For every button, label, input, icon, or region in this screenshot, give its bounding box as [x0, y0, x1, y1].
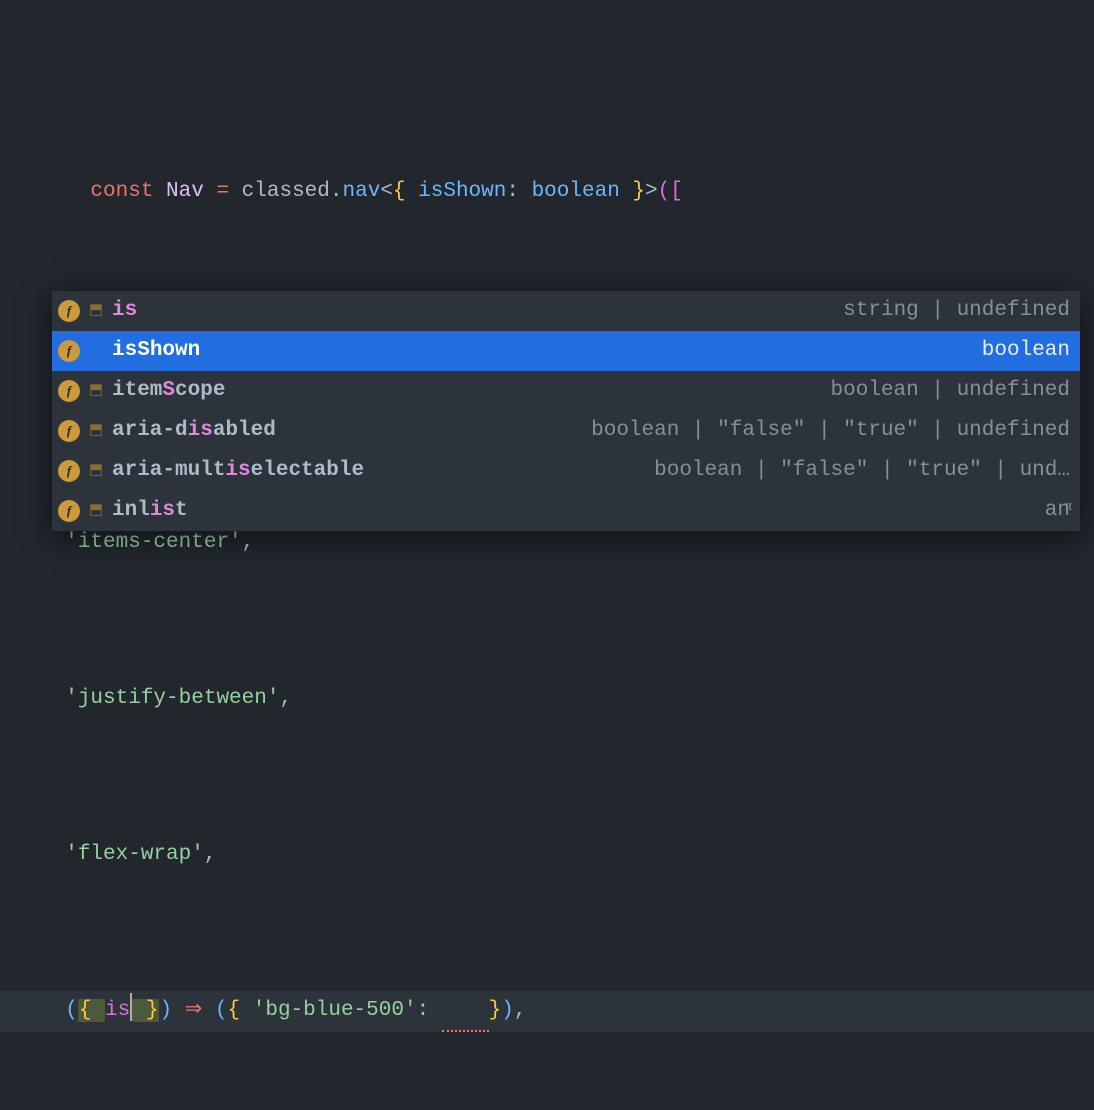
string-literal: 'justify-between': [65, 687, 279, 710]
arrow: ⇒: [185, 999, 215, 1022]
brace: {: [393, 180, 418, 203]
autocomplete-type: boolean: [982, 331, 1070, 371]
string-literal: 'bg-blue-500': [253, 999, 417, 1022]
method-icon: f: [58, 460, 80, 482]
brace: ([: [658, 180, 683, 203]
autocomplete-item[interactable]: f isShown boolean: [52, 331, 1080, 371]
punct: <: [380, 180, 393, 203]
autocomplete-label: inlist: [112, 491, 188, 531]
punct: .: [330, 180, 343, 203]
autocomplete-type: boolean | undefined: [831, 371, 1070, 411]
destructured-param: is: [105, 999, 130, 1022]
brace: {: [228, 999, 253, 1022]
method-icon: f: [58, 340, 80, 362]
autocomplete-item[interactable]: f ⬒itemScope boolean | undefined: [52, 371, 1080, 411]
identifier: Nav: [166, 180, 204, 203]
suggest-badge-icon: π: [1065, 487, 1072, 527]
code-line-active[interactable]: ({ is }) ⇒ ({ 'bg-blue-500': ~~~}),: [0, 991, 1094, 1032]
punct: ,: [279, 687, 292, 710]
code-line[interactable]: const Nav = classed.nav<{ isShown: boole…: [0, 133, 1094, 250]
brace: ): [501, 999, 514, 1022]
brace: }: [489, 999, 502, 1022]
autocomplete-label: is: [112, 291, 137, 331]
import-icon: ⬒: [88, 411, 104, 451]
punct: >: [645, 180, 658, 203]
import-icon: ⬒: [88, 291, 104, 331]
brace-matched: }: [132, 999, 159, 1022]
brace: }: [620, 180, 645, 203]
import-icon: ⬒: [88, 451, 104, 491]
autocomplete-item[interactable]: f ⬒is string | undefined: [52, 291, 1080, 331]
brace: (: [215, 999, 228, 1022]
autocomplete-item[interactable]: f⬒inlistan: [52, 491, 1080, 531]
import-icon: ⬒: [88, 491, 104, 531]
autocomplete-type: string | undefined: [843, 291, 1070, 331]
autocomplete-label: isShown: [112, 331, 200, 371]
punct: ,: [514, 999, 527, 1022]
import-icon: ⬒: [88, 371, 104, 411]
type: boolean: [532, 180, 620, 203]
autocomplete-item[interactable]: f ⬒aria-multiselectable boolean | "false" …: [52, 451, 1080, 491]
method-icon: f: [58, 300, 80, 322]
string-literal: 'items-center': [65, 531, 241, 554]
punct: :: [417, 999, 442, 1022]
brace: (: [65, 999, 78, 1022]
autocomplete-label: itemScope: [112, 371, 225, 411]
property: isShown: [418, 180, 506, 203]
code-line[interactable]: 'justify-between',: [0, 679, 1094, 718]
code-line[interactable]: 'flex-wrap',: [0, 835, 1094, 874]
method-icon: f: [58, 380, 80, 402]
method-icon: f: [58, 420, 80, 442]
autocomplete-label: aria-disabled: [112, 411, 276, 451]
error-squiggle: ~~~: [442, 991, 489, 1032]
autocomplete-label: aria-multiselectable: [112, 451, 364, 491]
autocomplete-type: boolean | "false" | "true" | und…: [654, 451, 1070, 491]
autocomplete-item[interactable]: f ⬒aria-disabled boolean | "false" | "true…: [52, 411, 1080, 451]
code-editor[interactable]: const Nav = classed.nav<{ isShown: boole…: [0, 0, 1094, 1110]
equals: =: [204, 180, 242, 203]
brace-matched: {: [78, 999, 105, 1022]
punct: :: [506, 180, 531, 203]
identifier: classed: [242, 180, 330, 203]
string-literal: 'flex-wrap': [65, 843, 204, 866]
method-icon: f: [58, 500, 80, 522]
autocomplete-type: boolean | "false" | "true" | undefined: [591, 411, 1070, 451]
keyword-const: const: [90, 180, 166, 203]
punct: ,: [204, 843, 217, 866]
punct: ,: [242, 531, 255, 554]
autocomplete-popup[interactable]: f⬒isstring | undefinedfisShownbooleanf⬒i…: [52, 291, 1080, 531]
brace: ): [159, 999, 184, 1022]
member: nav: [343, 180, 381, 203]
